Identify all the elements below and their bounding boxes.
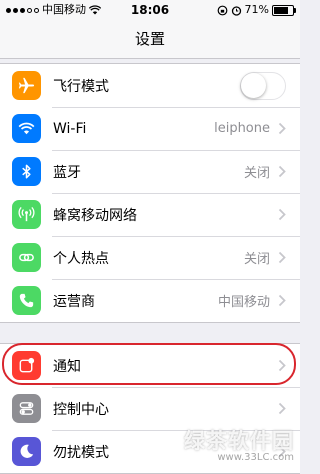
settings-row-notifications[interactable]: 通知 [0, 344, 300, 387]
airplane-mode-toggle[interactable] [240, 71, 286, 100]
battery-percent: 71% [244, 3, 269, 16]
settings-row-label: 飞行模式 [53, 78, 109, 95]
settings-group-system: 通知 控制中心 勿扰模式 [0, 343, 300, 474]
chevron-right-icon [278, 359, 286, 372]
settings-row-personal-hotspot[interactable]: 个人热点 关闭 [0, 236, 300, 279]
alarm-icon [231, 5, 241, 16]
settings-row-label: 蜂窝移动网络 [53, 207, 137, 224]
settings-row-label: Wi-Fi [53, 120, 87, 137]
chevron-right-icon [278, 208, 286, 221]
settings-row-airplane-mode[interactable]: 飞行模式 [0, 64, 300, 107]
chevron-right-icon [278, 122, 286, 135]
phone-icon [12, 286, 41, 315]
settings-row-carrier[interactable]: 运营商 中国移动 [0, 279, 300, 322]
settings-row-wifi[interactable]: Wi-Fi leiphone [0, 107, 300, 150]
settings-row-label: 控制中心 [53, 401, 109, 418]
hotspot-icon [12, 243, 41, 272]
bluetooth-icon [12, 157, 41, 186]
chevron-right-icon [278, 402, 286, 415]
settings-row-bluetooth[interactable]: 蓝牙 关闭 [0, 150, 300, 193]
settings-row-control-center[interactable]: 控制中心 [0, 387, 300, 430]
settings-row-label: 蓝牙 [53, 164, 81, 181]
chevron-right-icon [278, 165, 286, 178]
notifications-icon [12, 351, 41, 380]
settings-row-label: 个人热点 [53, 250, 109, 267]
chevron-right-icon [278, 251, 286, 264]
status-bar: 中国移动 18:06 71% [0, 0, 300, 20]
airplane-icon [12, 71, 41, 100]
wifi-icon [12, 114, 41, 143]
status-right: 71% [217, 0, 296, 20]
settings-row-label: 勿扰模式 [53, 444, 109, 461]
bluetooth-status-value: 关闭 [243, 166, 270, 181]
chevron-right-icon [278, 445, 286, 458]
chevron-right-icon [278, 294, 286, 307]
hotspot-status-value: 关闭 [243, 252, 270, 267]
cellular-icon [12, 200, 41, 229]
settings-row-cellular[interactable]: 蜂窝移动网络 [0, 193, 300, 236]
wifi-network-value: leiphone [214, 121, 270, 136]
control-center-icon [12, 394, 41, 423]
settings-row-label: 通知 [53, 358, 81, 375]
battery-icon [272, 4, 296, 16]
settings-group-connectivity: 飞行模式 Wi-Fi leiphone 蓝牙 关闭 蜂窝移动网络 个人热点 关闭… [0, 63, 300, 323]
nav-bar: 设置 [0, 20, 300, 59]
rotation-lock-icon [217, 5, 227, 15]
page-title: 设置 [134, 30, 165, 48]
carrier-value: 中国移动 [217, 295, 270, 310]
moon-icon [12, 437, 41, 466]
settings-row-label: 运营商 [53, 293, 95, 310]
